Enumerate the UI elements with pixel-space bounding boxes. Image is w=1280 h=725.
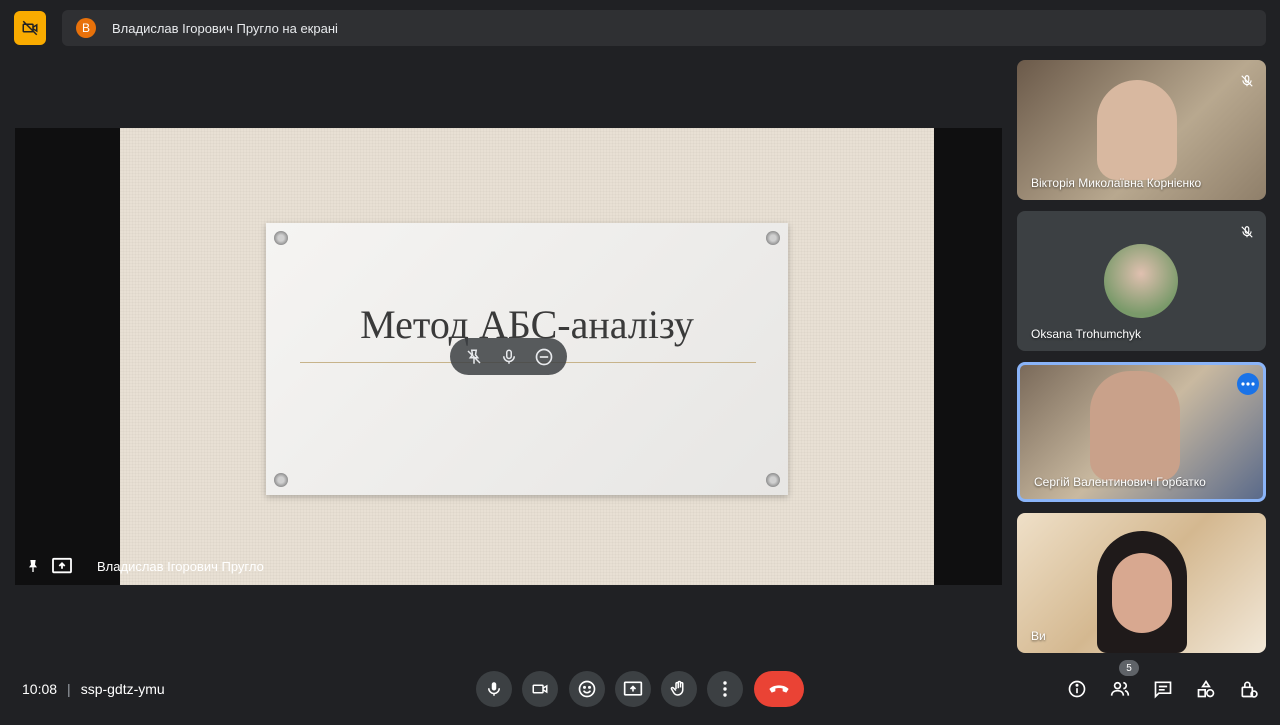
more-options-button[interactable] [707, 671, 743, 707]
camera-icon [532, 684, 548, 694]
mic-off-icon [1240, 225, 1254, 244]
hand-icon [670, 680, 684, 696]
info-icon [1068, 680, 1086, 698]
tile-hover-controls [450, 338, 567, 375]
people-icon [1110, 681, 1130, 696]
participant-name: Ви [1031, 629, 1046, 643]
screen-share-icon [51, 557, 73, 575]
participant-name: Вікторія Миколаївна Корнієнко [1031, 176, 1202, 190]
participant-tile[interactable]: Вікторія Миколаївна Корнієнко [1017, 60, 1266, 200]
present-icon [623, 681, 643, 696]
mic-icon [488, 682, 500, 696]
hangup-icon [769, 685, 789, 693]
screw-icon [274, 473, 288, 487]
participant-name: Сергій Валентинович Горбатко [1034, 475, 1206, 489]
leave-call-button[interactable] [754, 671, 804, 707]
screw-icon [766, 473, 780, 487]
more-options-icon[interactable] [1237, 373, 1259, 395]
emoji-icon [578, 680, 596, 698]
meeting-code: ssp-gdtz-ymu [80, 681, 165, 697]
more-icon [723, 681, 727, 697]
presenting-banner: В Владислав Ігорович Пругло на екрані [62, 10, 1266, 46]
participant-video [1097, 80, 1177, 180]
meeting-details-button[interactable] [1065, 677, 1089, 701]
participant-face [1112, 553, 1172, 633]
activities-button[interactable] [1194, 677, 1218, 701]
avatar [1104, 244, 1178, 318]
remove-icon[interactable] [531, 344, 557, 370]
video-off-icon [22, 20, 38, 36]
chat-button[interactable] [1151, 677, 1175, 701]
mic-icon[interactable] [496, 344, 522, 370]
host-controls-button[interactable] [1237, 677, 1261, 701]
present-button[interactable] [615, 671, 651, 707]
presenter-avatar: В [76, 18, 96, 38]
unpin-icon[interactable] [461, 344, 487, 370]
presentation-stage[interactable]: Метод АБС-аналізу Владислав Ігорович Пру… [15, 128, 1002, 585]
camera-button[interactable] [522, 671, 558, 707]
raise-hand-button[interactable] [661, 671, 697, 707]
people-button[interactable] [1108, 677, 1132, 701]
presenter-name: Владислав Ігорович Пругло [97, 558, 264, 574]
activities-icon [1197, 679, 1215, 698]
presenter-label: Владислав Ігорович Пругло [25, 556, 264, 576]
participant-name: Oksana Trohumchyk [1031, 327, 1142, 341]
presenting-text: Владислав Ігорович Пругло на екрані [112, 20, 338, 36]
participant-tile[interactable]: Oksana Trohumchyk [1017, 211, 1266, 351]
participant-tile-self[interactable]: Ви [1017, 513, 1266, 653]
camera-off-button[interactable] [14, 11, 46, 45]
mic-button[interactable] [476, 671, 512, 707]
pin-icon[interactable] [25, 558, 41, 574]
host-controls-icon [1241, 681, 1258, 698]
emoji-button[interactable] [569, 671, 605, 707]
meeting-info: 10:08 | ssp-gdtz-ymu [22, 681, 165, 697]
screw-icon [274, 231, 288, 245]
participant-count-badge: 5 [1119, 660, 1139, 676]
meeting-time: 10:08 [22, 681, 58, 697]
participant-video [1090, 371, 1180, 481]
chat-icon [1154, 681, 1172, 699]
mic-off-icon [1240, 74, 1254, 93]
screw-icon [766, 231, 780, 245]
participant-tile-active[interactable]: Сергій Валентинович Горбатко [1017, 362, 1266, 502]
